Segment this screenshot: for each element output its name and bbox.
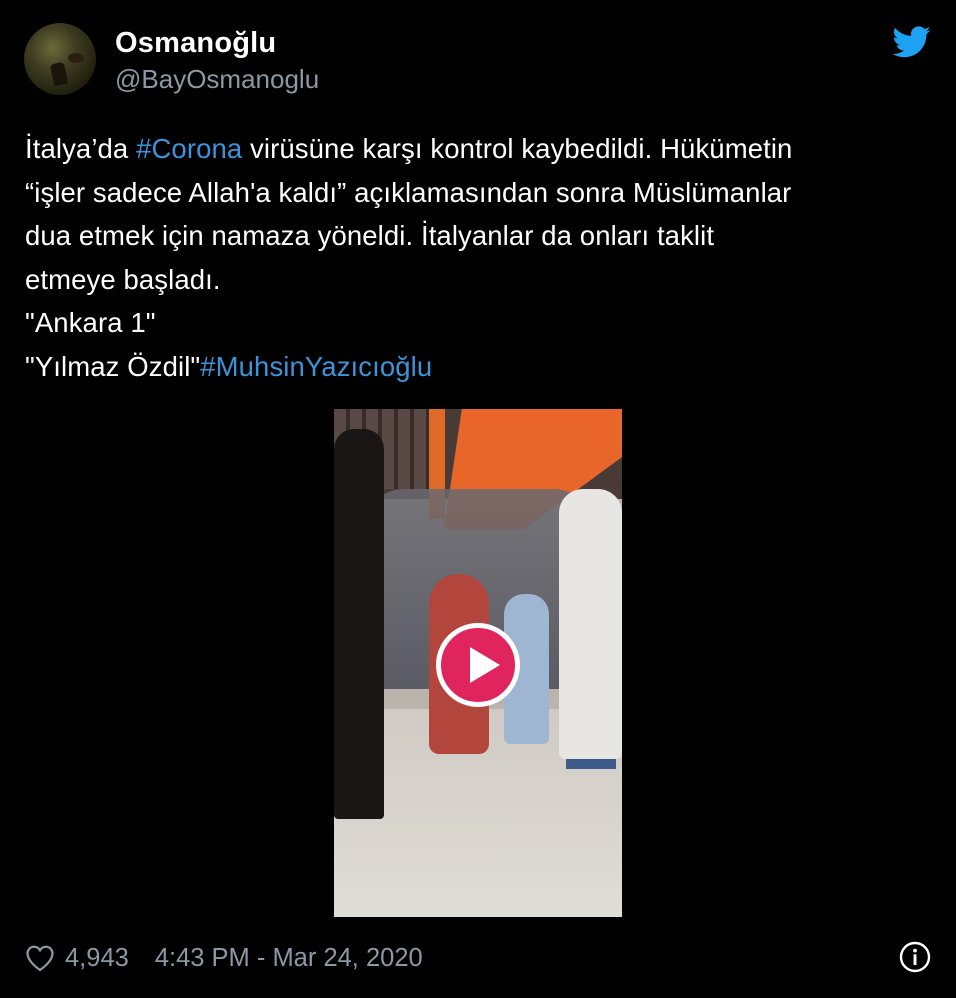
tweet-text-segment: virüsüne karşı kontrol kaybedildi. Hüküm… [242, 133, 793, 164]
heart-icon[interactable] [25, 944, 55, 972]
tweet-text-line: "Ankara 1" [25, 301, 935, 345]
like-count[interactable]: 4,943 [65, 944, 129, 973]
tweet-text-segment: "Yılmaz Özdil" [25, 350, 201, 382]
user-handle[interactable]: @BayOsmanoglu [115, 64, 319, 95]
tweet-text-segment: dua etmek için namaza yöneldi. İtalyanla… [25, 220, 715, 251]
play-icon [470, 647, 500, 683]
twitter-bird-icon[interactable] [893, 26, 931, 58]
user-display-name[interactable]: Osmanoğlu [115, 27, 276, 60]
avatar-image-figure [49, 61, 69, 87]
tweet-text-line: “işler sadece Allah'a kaldı” açıklamasın… [25, 171, 935, 215]
tweet-text-line: dua etmek için namaza yöneldi. İtalyanla… [25, 214, 935, 258]
tweet-text-segment: “işler sadece Allah'a kaldı” açıklamasın… [25, 176, 792, 208]
tweet-text-segment: "Ankara 1" [25, 307, 156, 338]
tweet-text-line: İtalya’da #Corona virüsüne karşı kontrol… [25, 127, 935, 171]
tweet-text: İtalya’da #Corona virüsüne karşı kontrol… [25, 127, 935, 388]
info-icon[interactable] [899, 941, 931, 973]
avatar-image-detail [68, 53, 84, 63]
avatar[interactable] [24, 23, 96, 95]
hashtag-link[interactable]: #MuhsinYazıcıoğlu [200, 351, 432, 382]
tweet-text-line: etmeye başladı. [25, 258, 935, 302]
play-button[interactable] [436, 623, 520, 707]
tweet-text-line: "Yılmaz Özdil"#MuhsinYazıcıoğlu [25, 345, 935, 389]
hashtag-link[interactable]: #Corona [136, 133, 242, 164]
tweet-text-segment: etmeye başladı. [25, 263, 221, 295]
tweet-timestamp[interactable]: 4:43 PM - Mar 24, 2020 [155, 944, 423, 973]
tweet-footer: 4,943 4:43 PM - Mar 24, 2020 [25, 938, 423, 978]
tweet-text-segment: İtalya’da [25, 133, 137, 164]
